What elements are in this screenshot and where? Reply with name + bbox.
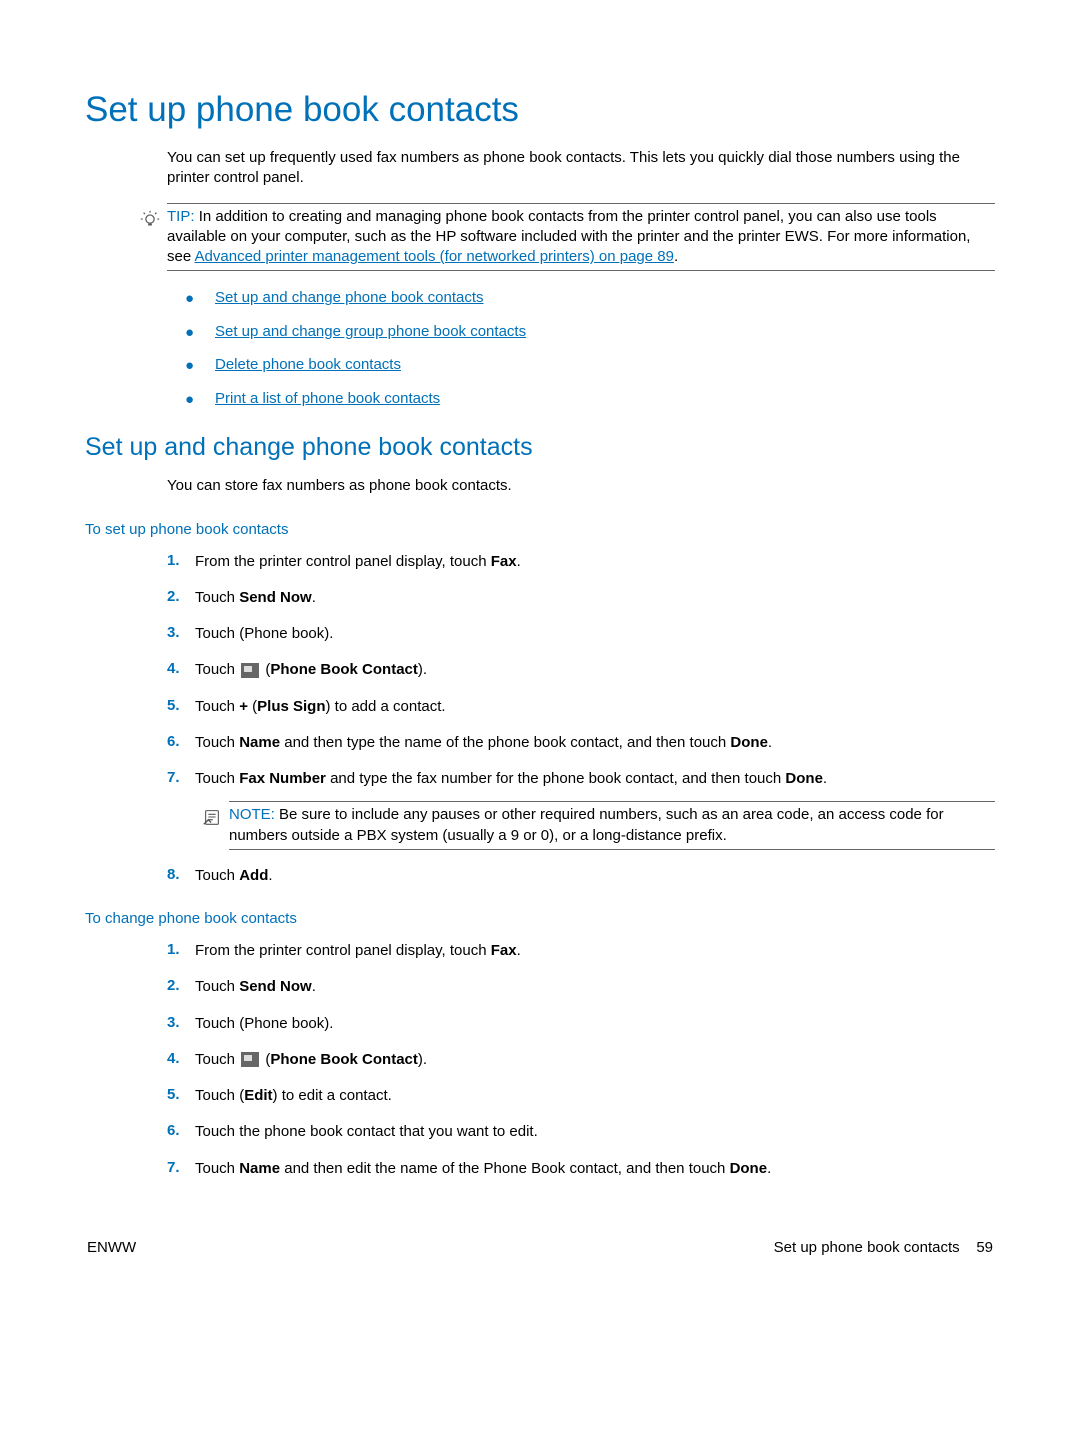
step-text: Touch + (Plus Sign) to add a contact. — [195, 697, 995, 717]
step-number: 3. — [167, 1014, 195, 1031]
tip-callout: TIP: In addition to creating and managin… — [133, 203, 995, 272]
page-title: Set up phone book contacts — [85, 90, 995, 130]
step-text: Touch (Phone Book Contact). — [195, 660, 995, 680]
step-number: 6. — [167, 1122, 195, 1139]
section-heading: Set up and change phone book contacts — [85, 433, 995, 462]
bullet-dot: ● — [185, 356, 215, 376]
toc-list: ●Set up and change phone book contacts ●… — [185, 289, 995, 409]
step-text: Touch Add. — [195, 866, 995, 886]
step-text: Touch Fax Number and type the fax number… — [195, 769, 995, 789]
page-footer: ENWW Set up phone book contacts 59 — [85, 1239, 995, 1256]
procedure-list: 1. From the printer control panel displa… — [167, 941, 995, 1179]
toc-link[interactable]: Set up and change phone book contacts — [215, 289, 484, 306]
toc-link[interactable]: Print a list of phone book contacts — [215, 390, 440, 407]
phone-book-contact-icon — [241, 663, 259, 678]
step-text: From the printer control panel display, … — [195, 552, 995, 572]
bullet-dot: ● — [185, 323, 215, 343]
step-number: 6. — [167, 733, 195, 750]
procedure-heading: To set up phone book contacts — [85, 521, 995, 538]
bullet-dot: ● — [185, 289, 215, 309]
step-number: 7. — [167, 769, 195, 786]
tip-label: TIP: — [167, 208, 195, 225]
step-text: Touch Send Now. — [195, 977, 995, 997]
intro-text: You can set up frequently used fax numbe… — [167, 148, 995, 189]
step-text: Touch Send Now. — [195, 588, 995, 608]
step-number: 7. — [167, 1159, 195, 1176]
step-number: 1. — [167, 552, 195, 569]
bullet-dot: ● — [185, 390, 215, 410]
note-icon — [195, 805, 229, 827]
step-number: 2. — [167, 977, 195, 994]
step-text: Touch Name and then type the name of the… — [195, 733, 995, 753]
step-number: 5. — [167, 697, 195, 714]
step-text: Touch (Edit) to edit a contact. — [195, 1086, 995, 1106]
phone-book-contact-icon — [241, 1052, 259, 1067]
step-text: Touch the phone book contact that you wa… — [195, 1122, 995, 1142]
footer-right: Set up phone book contacts 59 — [774, 1239, 993, 1256]
step-number: 1. — [167, 941, 195, 958]
step-number: 4. — [167, 1050, 195, 1067]
tip-text-after: . — [674, 248, 678, 265]
step-text: Touch (Phone Book Contact). — [195, 1050, 995, 1070]
toc-link[interactable]: Delete phone book contacts — [215, 356, 401, 373]
tip-icon — [133, 207, 167, 231]
step-text: From the printer control panel display, … — [195, 941, 995, 961]
plus-icon: + — [239, 698, 248, 715]
step-text: Touch (Phone book). — [195, 1014, 995, 1034]
step-text: Touch Name and then edit the name of the… — [195, 1159, 995, 1179]
note-label: NOTE: — [229, 806, 275, 823]
step-text: Touch (Phone book). — [195, 624, 995, 644]
step-number: 8. — [167, 866, 195, 883]
procedure-list: 1. From the printer control panel displa… — [167, 552, 995, 887]
tip-link[interactable]: Advanced printer management tools (for n… — [195, 248, 674, 265]
footer-left: ENWW — [87, 1239, 136, 1256]
step-number: 2. — [167, 588, 195, 605]
step-number: 3. — [167, 624, 195, 641]
note-callout: NOTE: Be sure to include any pauses or o… — [195, 801, 995, 850]
section-intro: You can store fax numbers as phone book … — [167, 476, 995, 496]
note-text: Be sure to include any pauses or other r… — [229, 806, 944, 843]
procedure-heading: To change phone book contacts — [85, 910, 995, 927]
toc-link[interactable]: Set up and change group phone book conta… — [215, 323, 526, 340]
step-number: 4. — [167, 660, 195, 677]
step-number: 5. — [167, 1086, 195, 1103]
